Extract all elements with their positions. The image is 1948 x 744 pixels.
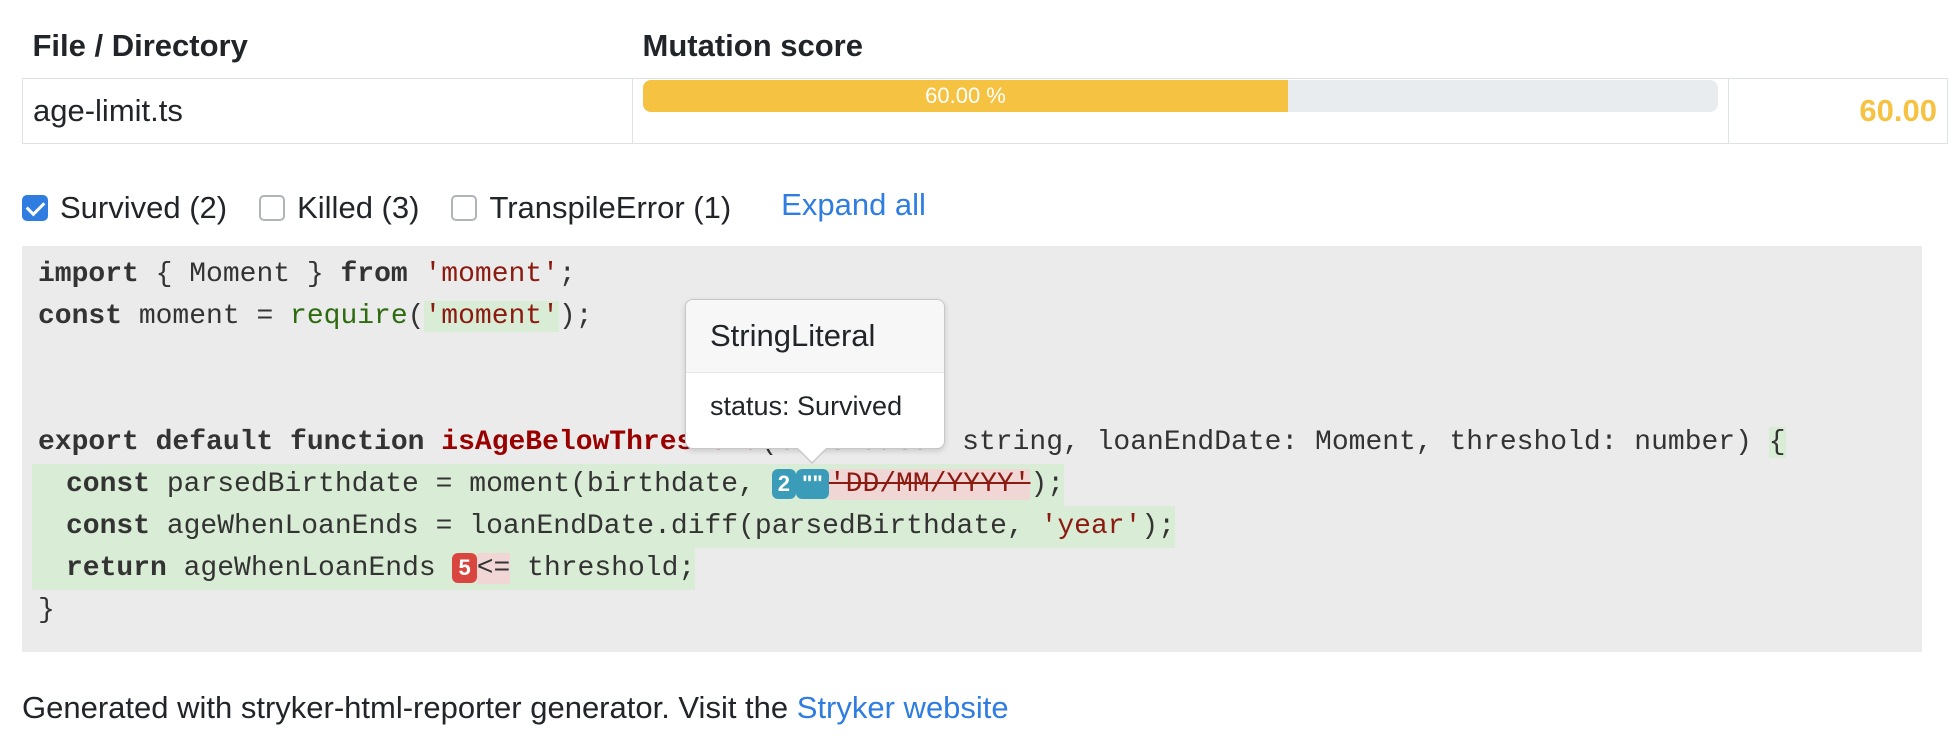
code-token: ); — [1141, 511, 1175, 542]
code-token: ; — [558, 259, 576, 290]
code-token: moment = — [122, 301, 291, 332]
survived-checkbox[interactable] — [22, 195, 48, 221]
code-token: const — [66, 469, 151, 500]
footer: Generated with stryker-html-reporter gen… — [22, 690, 1009, 726]
code-line-5: const ageWhenLoanEnds = loanEndDate.diff… — [32, 506, 1175, 548]
stryker-website-link[interactable]: Stryker website — [797, 690, 1009, 725]
code-token: const — [66, 511, 151, 542]
filter-transpile-error[interactable]: TranspileError (1) — [451, 190, 731, 226]
mutant-filters: Survived (2) Killed (3) TranspileError (… — [22, 187, 926, 228]
code-line-6: return ageWhenLoanEnds 5 <= threshold; — [32, 548, 696, 590]
popover-body: status: Survived — [710, 391, 903, 421]
code-token: <= — [476, 553, 511, 584]
filter-survived[interactable]: Survived (2) — [22, 190, 227, 226]
code-token: 'moment' — [424, 301, 559, 332]
filter-killed-label: Killed (3) — [297, 190, 420, 225]
code-token: 'DD/MM/YYYY' — [828, 469, 1031, 500]
mutant-badge-survived[interactable]: 2 — [771, 468, 796, 499]
table-row: age-limit.ts 60.00 % 60.00 — [22, 78, 1948, 144]
code-line-2: const moment = require('moment'); — [38, 296, 593, 338]
killed-checkbox[interactable] — [259, 195, 286, 221]
code-token: } — [38, 595, 55, 626]
footer-text: Generated with stryker-html-reporter gen… — [22, 690, 797, 725]
code-token: { — [1768, 427, 1786, 458]
code-token: 'year' — [1040, 511, 1142, 542]
code-token: ); — [1030, 469, 1065, 500]
code-token: parsedBirthdate = moment(birthdate, — [150, 469, 772, 500]
code-token: 'moment' — [424, 259, 559, 290]
mutant-popover: StringLiteral status: Survived — [685, 299, 945, 464]
transpile-error-checkbox[interactable] — [451, 195, 478, 221]
mutation-summary-table: File / Directory Mutation score age-limi… — [22, 24, 1948, 144]
code-token: require — [290, 301, 408, 332]
mutant-replacement[interactable]: "" — [795, 468, 829, 499]
score-progress-bar: 60.00 % — [643, 80, 1718, 112]
code-line-1: import { Moment } from 'moment'; — [38, 254, 576, 296]
score-value: 60.00 — [1728, 78, 1948, 144]
code-line-7: } — [38, 590, 55, 632]
filter-survived-label: Survived (2) — [60, 190, 228, 225]
header-file-directory: File / Directory — [22, 24, 633, 79]
code-token: ( — [407, 301, 425, 332]
progress-cell: 60.00 % — [632, 78, 1729, 144]
popover-arrow — [796, 447, 828, 464]
code-token: from — [340, 259, 408, 290]
popover-title: StringLiteral — [686, 300, 944, 373]
code-token: ageWhenLoanEnds = loanEndDate.diff(parse… — [150, 511, 1041, 542]
code-token: import — [38, 259, 139, 290]
code-token: { Moment } — [138, 259, 341, 290]
header-score-value — [1728, 24, 1948, 79]
code-token: threshold; — [510, 553, 696, 584]
file-name[interactable]: age-limit.ts — [22, 78, 633, 144]
header-mutation-score: Mutation score — [632, 24, 1729, 79]
progress-fill: 60.00 % — [643, 80, 1288, 112]
filter-transpile-error-label: TranspileError (1) — [489, 190, 732, 225]
code-token: return — [66, 553, 167, 584]
code-token: ageWhenLoanEnds — [166, 553, 453, 584]
mutant-badge-killed[interactable]: 5 — [452, 552, 477, 583]
code-token: ); — [558, 301, 593, 332]
source-code-view: import { Moment } from 'moment'; const m… — [22, 246, 1922, 652]
code-token: export default function — [38, 427, 425, 458]
filter-killed[interactable]: Killed (3) — [259, 190, 419, 226]
expand-all-link[interactable]: Expand all — [781, 187, 926, 223]
code-line-4: const parsedBirthdate = moment(birthdate… — [32, 464, 1065, 506]
code-token: const — [38, 301, 123, 332]
